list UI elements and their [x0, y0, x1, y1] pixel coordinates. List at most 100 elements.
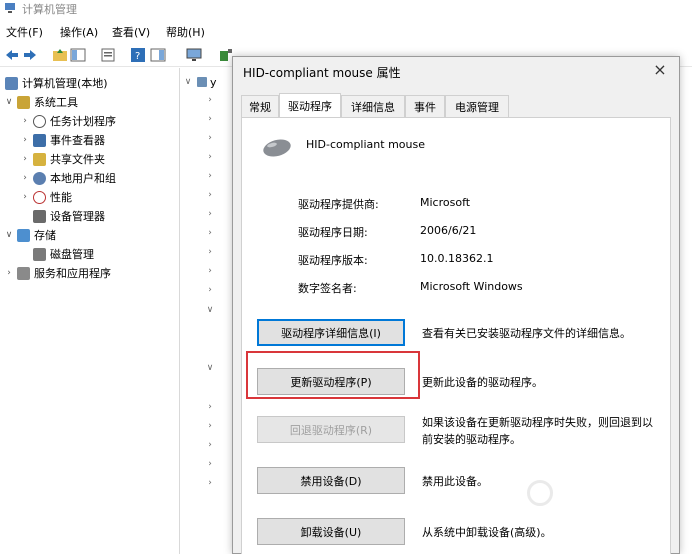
- tree-item-services-apps[interactable]: › 服务和应用程序: [4, 264, 111, 282]
- services-icon: [17, 266, 30, 280]
- driver-version-label: 驱动程序版本:: [298, 254, 368, 267]
- chevron-right-icon[interactable]: ›: [205, 440, 215, 450]
- show-tree-icon[interactable]: [70, 47, 86, 63]
- chevron-down-icon[interactable]: ∨: [4, 230, 14, 240]
- tree-item-local-users[interactable]: › 本地用户和组: [20, 169, 116, 187]
- chevron-right-icon[interactable]: ›: [205, 95, 215, 105]
- device-name: HID-compliant mouse: [306, 138, 425, 151]
- tree-item-performance[interactable]: › 性能: [20, 188, 72, 206]
- chevron-down-icon[interactable]: ∨: [183, 77, 193, 87]
- chevron-right-icon[interactable]: ›: [205, 114, 215, 124]
- digital-signer-value: Microsoft Windows: [420, 280, 523, 293]
- device-manager-icon: [33, 209, 46, 223]
- tools-icon: [17, 95, 30, 109]
- tree-item-disk-management[interactable]: 磁盘管理: [30, 245, 94, 263]
- tree-item-label: 性能: [50, 191, 72, 204]
- tree-root[interactable]: 计算机管理(本地): [2, 74, 108, 92]
- storage-icon: [17, 228, 30, 242]
- tree-item-device-manager[interactable]: 设备管理器: [30, 207, 105, 225]
- computer-management-icon: [5, 3, 15, 13]
- forward-arrow-icon[interactable]: [22, 47, 38, 63]
- chevron-right-icon[interactable]: ›: [205, 266, 215, 276]
- event-viewer-icon: [33, 133, 46, 147]
- tree-item-storage[interactable]: ∨ 存储: [4, 226, 56, 244]
- menu-file[interactable]: 文件(F): [6, 24, 43, 40]
- tree-item-label: 服务和应用程序: [34, 267, 111, 280]
- chevron-right-icon[interactable]: ›: [205, 247, 215, 257]
- tab-power-management[interactable]: 电源管理: [445, 95, 509, 117]
- back-arrow-icon[interactable]: [4, 47, 20, 63]
- menu-action[interactable]: 操作(A): [60, 24, 98, 40]
- update-driver-desc: 更新此设备的驱动程序。: [422, 376, 543, 389]
- chevron-right-icon[interactable]: ›: [205, 152, 215, 162]
- menu-view[interactable]: 查看(V): [112, 24, 150, 40]
- chevron-right-icon[interactable]: ›: [205, 459, 215, 469]
- tree-item-system-tools[interactable]: ∨ 系统工具: [4, 93, 78, 111]
- console-icon[interactable]: [150, 47, 166, 63]
- up-folder-icon[interactable]: [52, 47, 68, 63]
- driver-date-label: 驱动程序日期:: [298, 226, 368, 239]
- tab-driver[interactable]: 驱动程序: [279, 93, 341, 117]
- tree-item-label: 本地用户和组: [50, 172, 116, 185]
- tree-item-label: 存储: [34, 229, 56, 242]
- driver-date-value: 2006/6/21: [420, 224, 477, 237]
- computer-icon: [5, 76, 18, 90]
- close-icon[interactable]: ×: [651, 60, 669, 79]
- tab-general[interactable]: 常规: [241, 95, 279, 117]
- monitor-icon[interactable]: [186, 47, 202, 63]
- chevron-right-icon[interactable]: ›: [205, 421, 215, 431]
- shared-folder-icon: [33, 152, 46, 166]
- chevron-right-icon[interactable]: ›: [205, 478, 215, 488]
- tree-item-label: 任务计划程序: [50, 115, 116, 128]
- chevron-down-icon[interactable]: ∨: [205, 305, 215, 315]
- disable-device-button[interactable]: 禁用设备(D): [257, 467, 405, 494]
- computer-icon: [197, 77, 207, 87]
- driver-version-value: 10.0.18362.1: [420, 252, 494, 265]
- watermark: [527, 474, 677, 534]
- rollback-driver-desc: 如果该设备在更新驱动程序时失败，则回退到以前安装的驱动程序。: [422, 416, 653, 446]
- driver-provider-value: Microsoft: [420, 196, 471, 209]
- driver-details-desc: 查看有关已安装驱动程序文件的详细信息。: [422, 327, 631, 340]
- chevron-right-icon[interactable]: ›: [205, 190, 215, 200]
- tree-item-label: 设备管理器: [50, 210, 105, 223]
- chevron-right-icon[interactable]: ›: [205, 228, 215, 238]
- chevron-right-icon[interactable]: ›: [205, 171, 215, 181]
- tree-item-label: 系统工具: [34, 96, 78, 109]
- uninstall-device-button[interactable]: 卸载设备(U): [257, 518, 405, 545]
- digital-signer-label: 数字签名者:: [298, 282, 357, 295]
- tab-events[interactable]: 事件: [405, 95, 445, 117]
- menu-help[interactable]: 帮助(H): [166, 24, 205, 40]
- disk-icon: [33, 247, 46, 261]
- performance-icon: [33, 190, 46, 204]
- window-titlebar: 计算机管理: [0, 0, 692, 18]
- chevron-right-icon[interactable]: ›: [20, 192, 30, 202]
- chevron-right-icon[interactable]: ›: [205, 133, 215, 143]
- help-icon[interactable]: ?: [130, 47, 146, 63]
- chevron-right-icon[interactable]: ›: [205, 402, 215, 412]
- highlight-box: [246, 351, 420, 399]
- driver-details-button[interactable]: 驱动程序详细信息(I): [257, 319, 405, 346]
- tree-item-event-viewer[interactable]: › 事件查看器: [20, 131, 105, 149]
- clock-icon: [33, 114, 46, 128]
- chevron-down-icon[interactable]: ∨: [4, 97, 14, 107]
- chevron-right-icon[interactable]: ›: [205, 209, 215, 219]
- watermark-logo-icon: [527, 480, 553, 506]
- chevron-right-icon[interactable]: ›: [20, 116, 30, 126]
- properties-icon[interactable]: [100, 47, 116, 63]
- device-root-label: y: [210, 75, 217, 89]
- chevron-right-icon[interactable]: ›: [4, 268, 14, 278]
- tree-item-label: 事件查看器: [50, 134, 105, 147]
- tree-item-shared-folders[interactable]: › 共享文件夹: [20, 150, 105, 168]
- window-title: 计算机管理: [22, 3, 77, 16]
- rollback-driver-button[interactable]: 回退驱动程序(R): [257, 416, 405, 443]
- chevron-right-icon[interactable]: ›: [20, 154, 30, 164]
- users-icon: [33, 171, 46, 185]
- mouse-icon: [263, 139, 291, 157]
- tab-details[interactable]: 详细信息: [341, 95, 405, 117]
- chevron-right-icon[interactable]: ›: [205, 285, 215, 295]
- chevron-down-icon[interactable]: ∨: [205, 363, 215, 373]
- tree-item-label: 磁盘管理: [50, 248, 94, 261]
- tree-item-task-scheduler[interactable]: › 任务计划程序: [20, 112, 116, 130]
- chevron-right-icon[interactable]: ›: [20, 173, 30, 183]
- chevron-right-icon[interactable]: ›: [20, 135, 30, 145]
